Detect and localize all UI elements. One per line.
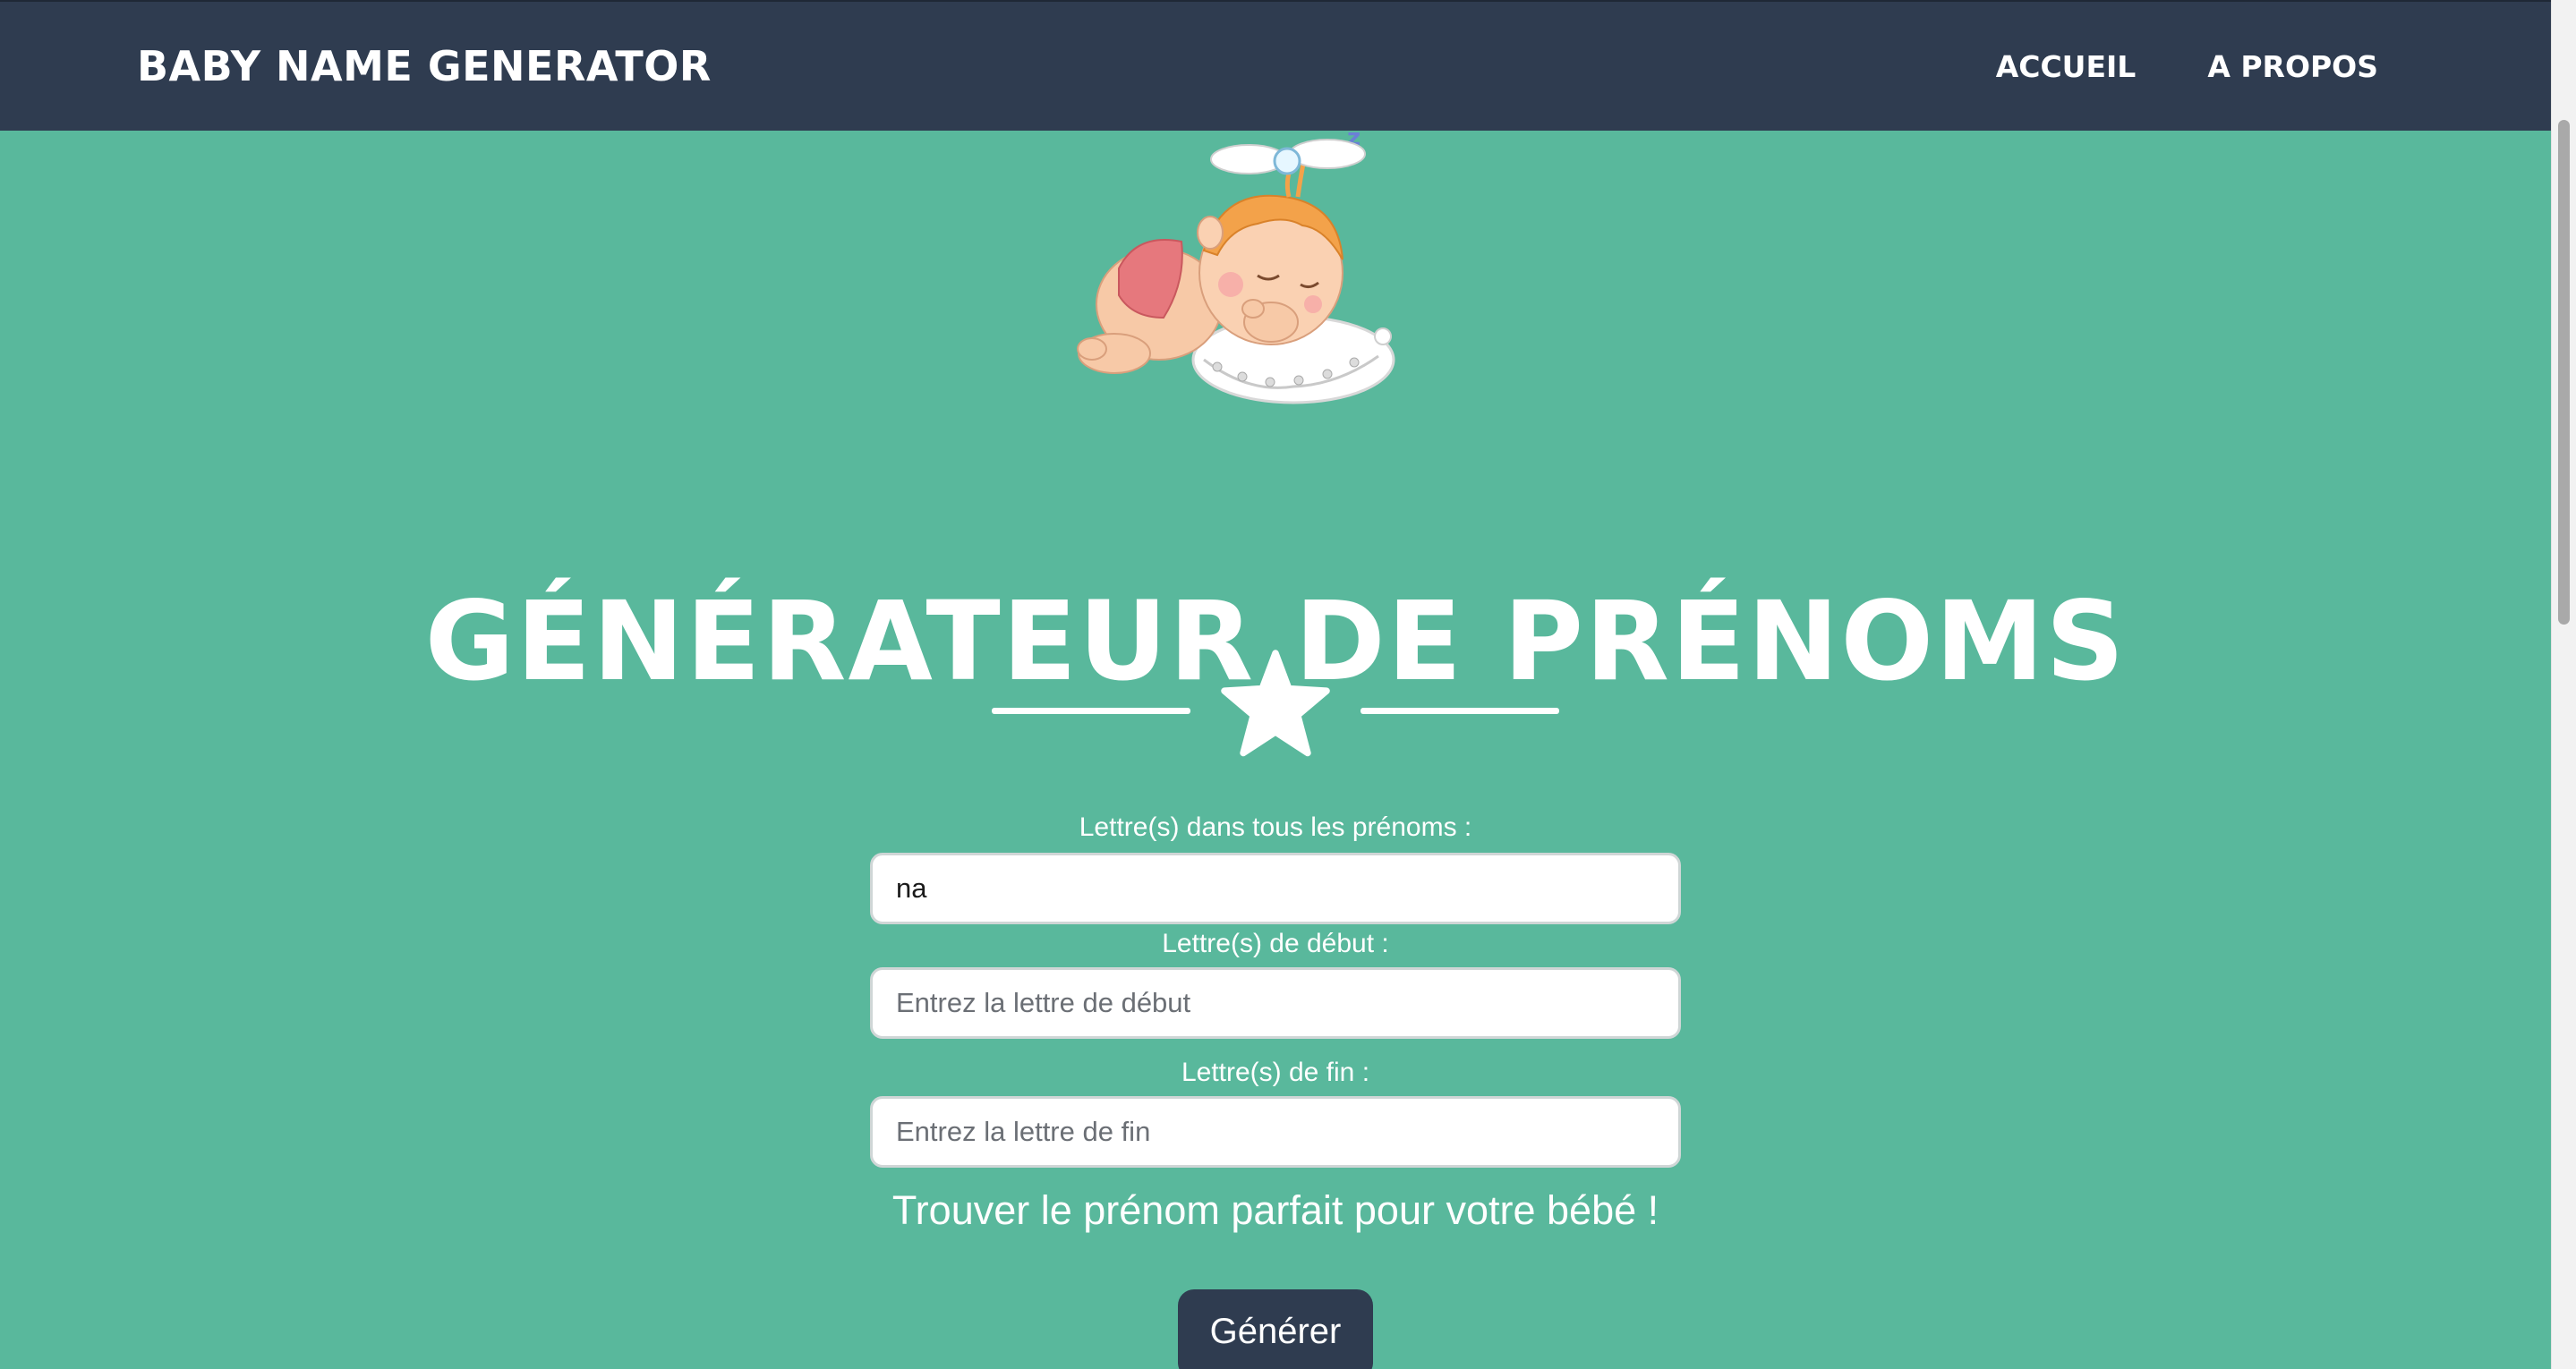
start-letters-label: Lettre(s) de début : — [1162, 929, 1389, 958]
tagline: Trouver le prénom parfait pour votre béb… — [891, 1187, 1659, 1233]
page: BABY NAME GENERATOR ACCUEIL A PROPOS z G… — [0, 0, 2551, 1369]
divider-line-right — [1361, 708, 1559, 714]
nav-link-accueil[interactable]: ACCUEIL — [1996, 48, 2137, 86]
sleeping-baby-illustration: z — [1077, 125, 1395, 404]
start-letters-input[interactable] — [870, 967, 1681, 1039]
vertical-scrollbar[interactable] — [2551, 0, 2576, 1369]
title-divider — [989, 649, 1562, 757]
end-letters-input[interactable] — [870, 1096, 1681, 1168]
end-letters-label: Lettre(s) de fin : — [1181, 1058, 1370, 1087]
nav-links: ACCUEIL A PROPOS — [1996, 48, 2378, 86]
contains-letters-input[interactable] — [870, 853, 1681, 924]
nav-link-a-propos[interactable]: A PROPOS — [2207, 48, 2378, 86]
generate-button[interactable]: Générer — [1178, 1289, 1373, 1369]
brand-link[interactable]: BABY NAME GENERATOR — [137, 41, 712, 91]
contains-letters-label: Lettre(s) dans tous les prénoms : — [1079, 812, 1472, 842]
star-icon — [1221, 650, 1330, 757]
scrollbar-thumb[interactable] — [2558, 120, 2570, 625]
navbar: BABY NAME GENERATOR ACCUEIL A PROPOS — [0, 0, 2551, 131]
divider-line-left — [992, 708, 1190, 714]
